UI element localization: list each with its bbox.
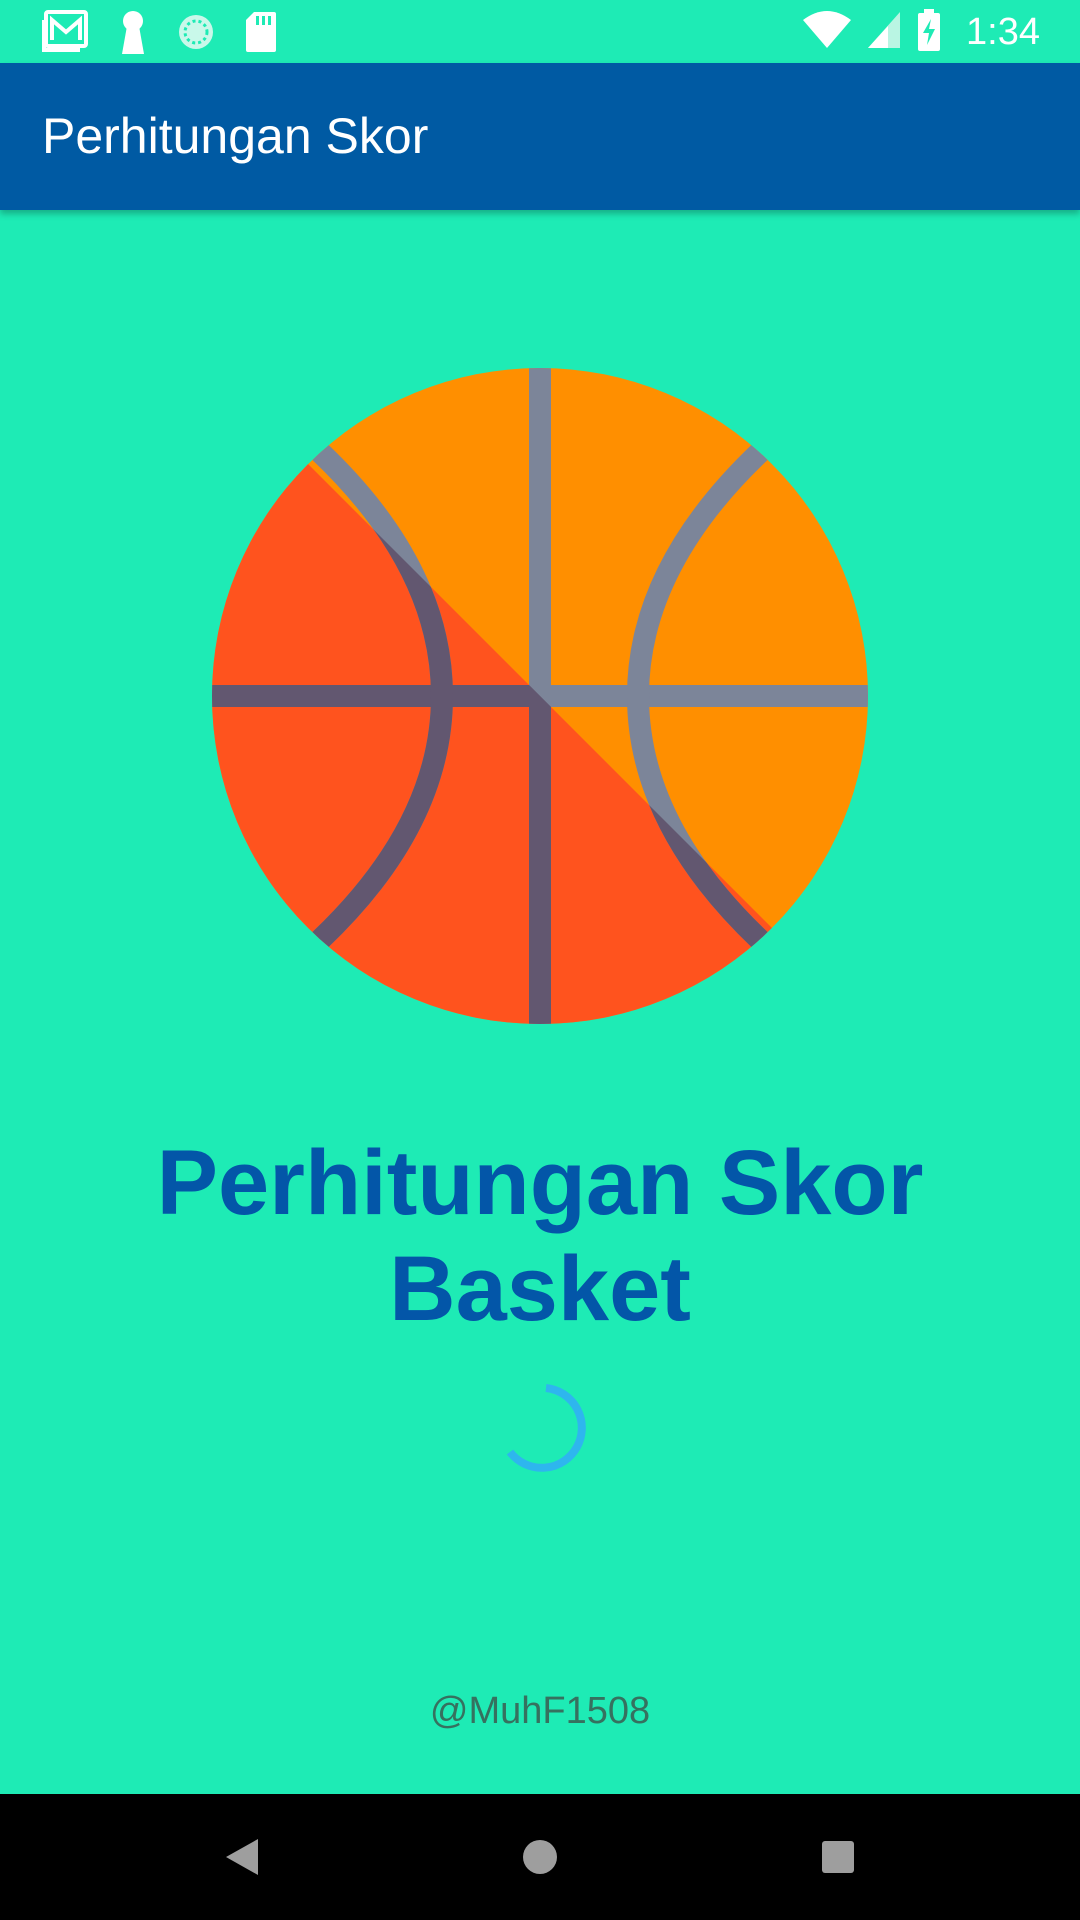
gallery-mail-icon	[42, 10, 90, 54]
sync-circle-icon	[176, 10, 216, 54]
back-icon[interactable]	[212, 1827, 272, 1887]
app-bar: Perhitungan Skor	[0, 63, 1080, 210]
status-time: 1:34	[966, 11, 1040, 53]
author-credit: @MuhF1508	[429, 1690, 651, 1732]
notification-icons	[42, 10, 278, 54]
splash-screen: 1:34 Perhitungan Skor Perhitungan Skor B…	[0, 0, 1080, 1920]
battery-charging-icon	[916, 8, 942, 56]
loading-spinner-icon	[498, 1380, 594, 1476]
basketball-icon	[212, 368, 868, 1024]
cell-signal-icon	[866, 10, 902, 55]
sd-card-icon	[244, 10, 278, 54]
keyhole-icon	[118, 10, 148, 54]
wifi-icon	[802, 10, 852, 55]
app-bar-title: Perhitungan Skor	[42, 108, 429, 164]
status-bar: 1:34	[0, 0, 1080, 63]
splash-title: Perhitungan Skor Basket	[0, 1130, 1080, 1342]
system-status-icons: 1:34	[802, 8, 1040, 56]
navigation-bar	[0, 1794, 1080, 1920]
splash-title-line2: Basket	[389, 1238, 691, 1340]
recents-icon[interactable]	[808, 1827, 868, 1887]
home-icon[interactable]	[510, 1827, 570, 1887]
splash-title-line1: Perhitungan Skor	[156, 1132, 924, 1234]
